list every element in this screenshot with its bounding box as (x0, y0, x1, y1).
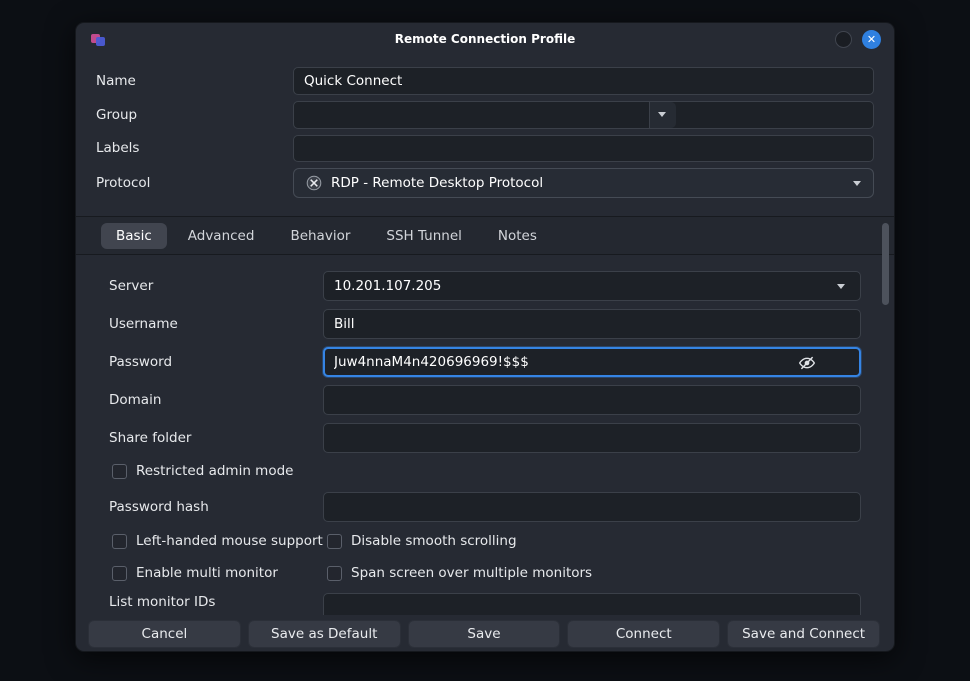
name-input[interactable] (293, 67, 874, 95)
cancel-button[interactable]: Cancel (88, 620, 241, 648)
basic-tab-panel: Server Username Password Domain Share fo… (76, 255, 876, 615)
restricted-admin-checkbox[interactable] (112, 464, 127, 479)
list-monitor-ids-label: List monitor IDs (109, 587, 215, 615)
password-hash-input[interactable] (323, 492, 861, 522)
save-as-default-button[interactable]: Save as Default (248, 620, 401, 648)
footer-button-bar: Cancel Save as Default Save Connect Save… (88, 620, 880, 648)
connect-button[interactable]: Connect (567, 620, 720, 648)
share-folder-label: Share folder (109, 423, 191, 453)
password-hash-label: Password hash (109, 492, 209, 522)
enable-multi-monitor-checkbox-row[interactable]: Enable multi monitor (112, 565, 278, 581)
labels-label: Labels (96, 135, 139, 162)
span-screen-checkbox-row[interactable]: Span screen over multiple monitors (327, 565, 592, 581)
tab-strip: Basic Advanced Behavior SSH Tunnel Notes (76, 216, 894, 255)
chevron-down-icon (658, 112, 666, 117)
disable-smooth-scrolling-label: Disable smooth scrolling (351, 533, 517, 549)
save-and-connect-button[interactable]: Save and Connect (727, 620, 880, 648)
tab-advanced[interactable]: Advanced (173, 223, 270, 249)
rdp-protocol-icon (306, 175, 322, 191)
list-monitor-ids-input[interactable] (323, 593, 861, 615)
group-input[interactable] (293, 101, 874, 129)
disable-smooth-scrolling-checkbox[interactable] (327, 534, 342, 549)
vertical-scrollbar-thumb[interactable] (882, 223, 889, 305)
password-input[interactable] (323, 347, 861, 377)
labels-input[interactable] (293, 135, 874, 162)
remote-connection-profile-dialog: Remote Connection Profile ✕ Name Group L… (75, 22, 895, 652)
username-label: Username (109, 309, 178, 339)
eye-off-icon[interactable] (798, 354, 816, 372)
tab-basic[interactable]: Basic (101, 223, 167, 249)
close-button[interactable]: ✕ (862, 30, 881, 49)
minimize-button[interactable] (835, 31, 852, 48)
dialog-title: Remote Connection Profile (76, 23, 894, 55)
left-handed-checkbox[interactable] (112, 534, 127, 549)
restricted-admin-label: Restricted admin mode (136, 463, 293, 479)
left-handed-label: Left-handed mouse support (136, 533, 323, 549)
disable-smooth-scrolling-checkbox-row[interactable]: Disable smooth scrolling (327, 533, 517, 549)
name-label: Name (96, 67, 136, 95)
desktop-background: Remote Connection Profile ✕ Name Group L… (0, 0, 970, 681)
restricted-admin-checkbox-row[interactable]: Restricted admin mode (112, 463, 293, 479)
titlebar[interactable]: Remote Connection Profile ✕ (76, 23, 894, 55)
protocol-label: Protocol (96, 168, 150, 198)
protocol-select[interactable]: RDP - Remote Desktop Protocol (293, 168, 874, 198)
tab-ssh-tunnel[interactable]: SSH Tunnel (371, 223, 477, 249)
left-handed-checkbox-row[interactable]: Left-handed mouse support (112, 533, 323, 549)
share-folder-input[interactable] (323, 423, 861, 453)
server-label: Server (109, 271, 153, 301)
protocol-selected-value: RDP - Remote Desktop Protocol (331, 175, 543, 191)
domain-label: Domain (109, 385, 161, 415)
group-label: Group (96, 101, 137, 129)
tab-notes[interactable]: Notes (483, 223, 552, 249)
span-screen-label: Span screen over multiple monitors (351, 565, 592, 581)
password-label: Password (109, 347, 172, 377)
username-input[interactable] (323, 309, 861, 339)
tab-behavior[interactable]: Behavior (275, 223, 365, 249)
enable-multi-monitor-label: Enable multi monitor (136, 565, 278, 581)
server-input[interactable] (323, 271, 861, 301)
save-button[interactable]: Save (408, 620, 561, 648)
domain-input[interactable] (323, 385, 861, 415)
span-screen-checkbox[interactable] (327, 566, 342, 581)
enable-multi-monitor-checkbox[interactable] (112, 566, 127, 581)
chevron-down-icon (853, 181, 861, 186)
chevron-down-icon[interactable] (837, 284, 845, 289)
